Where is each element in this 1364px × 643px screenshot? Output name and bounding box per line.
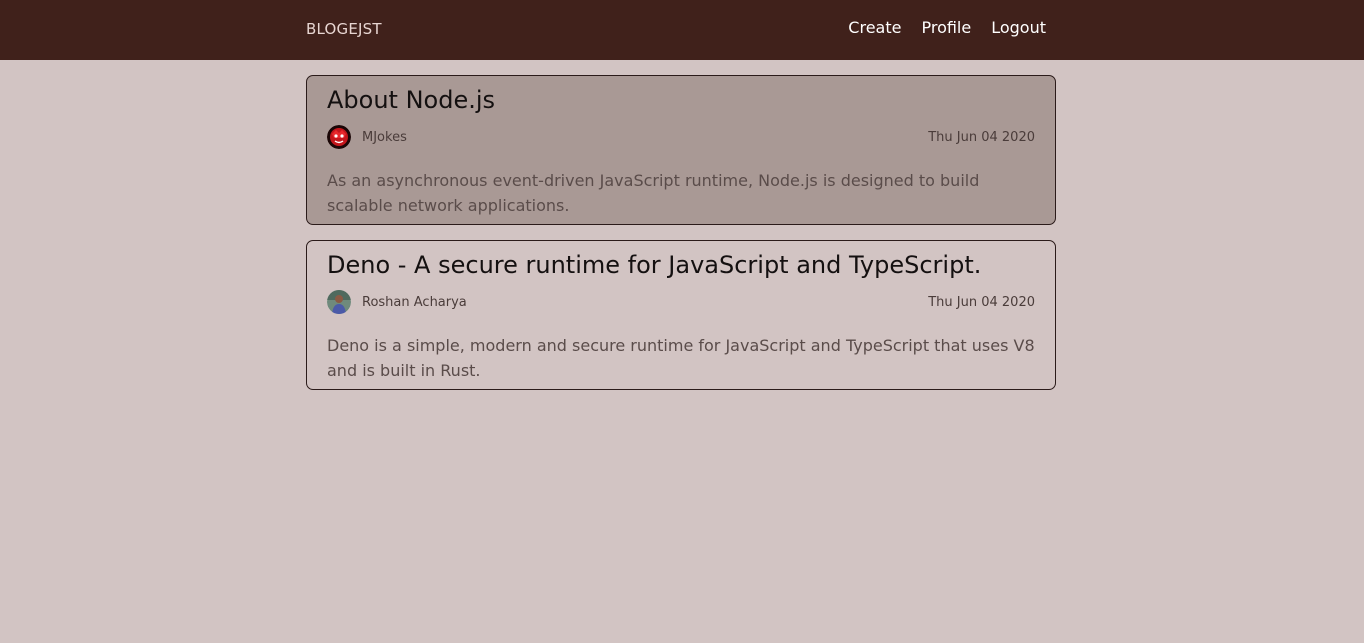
brand-logo[interactable]: BLOGEJST (306, 20, 382, 38)
post-excerpt: Deno is a simple, modern and secure runt… (327, 336, 1035, 380)
post-author: MJokes (362, 129, 407, 145)
post-meta: MJokes Thu Jun 04 2020 (327, 124, 1035, 150)
post-card[interactable]: Deno - A secure runtime for JavaScript a… (306, 240, 1056, 390)
post-author: Roshan Acharya (362, 294, 467, 310)
post-excerpt: As an asynchronous event-driven JavaScri… (327, 171, 980, 215)
post-title[interactable]: About Node.js (327, 84, 1035, 116)
red-mascot-avatar-icon (327, 125, 351, 149)
person-photo-avatar-icon (327, 290, 351, 314)
post-date: Thu Jun 04 2020 (928, 129, 1035, 145)
nav-logout-link[interactable]: Logout (991, 18, 1046, 37)
post-date: Thu Jun 04 2020 (928, 294, 1035, 310)
nav-profile-link[interactable]: Profile (921, 18, 971, 37)
post-title[interactable]: Deno - A secure runtime for JavaScript a… (327, 249, 1035, 281)
post-meta: Roshan Acharya Thu Jun 04 2020 (327, 289, 1035, 315)
post-list: About Node.js MJokes Thu Jun 04 2020 As … (306, 75, 1056, 405)
navbar: BLOGEJST Create Profile Logout (0, 0, 1364, 60)
nav-links: Create Profile Logout (848, 18, 1046, 37)
nav-create-link[interactable]: Create (848, 18, 901, 37)
post-card[interactable]: About Node.js MJokes Thu Jun 04 2020 As … (306, 75, 1056, 225)
